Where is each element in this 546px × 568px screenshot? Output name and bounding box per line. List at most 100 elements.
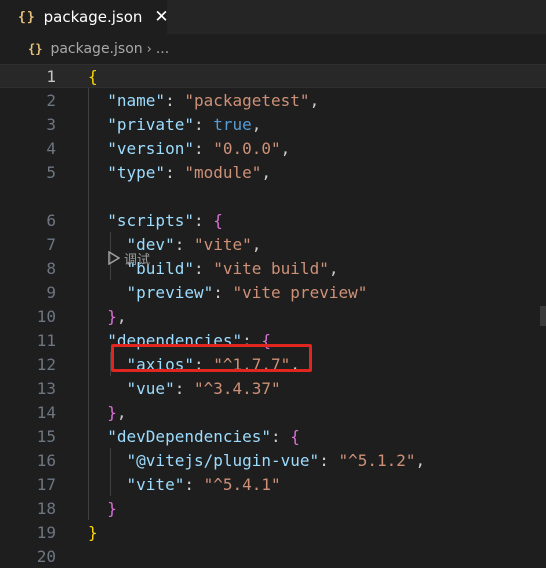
code-line[interactable]: 17 "vite": "^5.4.1"	[0, 472, 546, 496]
code-token: ,	[328, 258, 339, 278]
code-token: {	[213, 210, 223, 230]
code-line[interactable]: 2 "name": "packagetest",	[0, 88, 546, 112]
code-token: "devDependencies"	[88, 426, 272, 446]
debug-codelens[interactable]: 调试	[108, 248, 150, 268]
line-code: },	[88, 306, 127, 326]
code-token: :	[271, 426, 291, 446]
line-number: 16	[36, 450, 56, 470]
line-number: 13	[36, 378, 56, 398]
code-editor[interactable]: 1{2 "name": "packagetest", 3 "private": t…	[0, 64, 546, 566]
code-token: }	[107, 402, 117, 422]
code-token: ,	[251, 234, 262, 254]
code-token: "scripts"	[88, 210, 194, 230]
code-token: "@vitejs/plugin-vue"	[88, 450, 320, 470]
line-number: 18	[36, 498, 56, 518]
line-code: "scripts": {	[88, 211, 223, 230]
close-icon[interactable]: ✕	[154, 7, 168, 27]
code-line[interactable]: 13 "vue": "^3.4.37"	[0, 376, 546, 400]
line-code: "name": "packagetest",	[88, 91, 319, 110]
code-token: ,	[116, 402, 127, 422]
code-token: ,	[415, 450, 426, 470]
code-token: ,	[251, 114, 262, 134]
line-code: "private": true,	[88, 115, 261, 134]
breadcrumb: {} package.json › ...	[0, 34, 546, 64]
code-token: :	[193, 258, 214, 278]
code-token: :	[193, 114, 214, 134]
line-number: 19	[36, 522, 56, 542]
line-number: 2	[46, 90, 56, 110]
overview-ruler-mark	[540, 306, 546, 326]
code-token: :	[193, 210, 214, 230]
code-line[interactable]: 20	[0, 544, 546, 568]
line-number: 10	[36, 306, 56, 326]
code-token: {	[290, 426, 300, 446]
code-token: :	[184, 474, 204, 494]
line-number: 5	[46, 162, 56, 182]
code-token: :	[319, 450, 339, 470]
code-token: }	[107, 498, 117, 518]
code-line[interactable]: 3 "private": true,	[0, 112, 546, 136]
code-line[interactable]: 9 "preview": "vite preview"	[0, 280, 546, 304]
tab-bar: {} package.json ✕	[0, 0, 546, 34]
line-code: "@vitejs/plugin-vue": "^5.1.2",	[88, 450, 426, 470]
json-file-icon: {}	[28, 42, 43, 56]
code-token: "vite build"	[213, 258, 329, 278]
code-line[interactable]: 19}	[0, 520, 546, 544]
line-code: "type": "module",	[88, 163, 271, 182]
line-number: 3	[46, 114, 56, 134]
breadcrumb-file[interactable]: package.json	[50, 41, 142, 57]
line-number: 11	[36, 330, 56, 350]
code-token: :	[165, 90, 185, 110]
json-file-icon: {}	[18, 9, 36, 25]
code-token: }	[107, 306, 117, 326]
line-code: "devDependencies": {	[88, 427, 300, 446]
code-line[interactable]: 7 "dev": "vite",	[0, 232, 546, 256]
code-token: {	[88, 66, 98, 86]
code-token: "module"	[184, 162, 262, 182]
play-icon	[108, 251, 120, 265]
line-code: "vue": "^3.4.37"	[88, 379, 281, 398]
code-token: "name"	[88, 90, 166, 110]
code-line[interactable]: 4 "version": "0.0.0",	[0, 136, 546, 160]
code-token: :	[174, 378, 194, 398]
code-line[interactable]: 14 },	[0, 400, 546, 424]
highlight-annotation	[111, 344, 312, 372]
line-number: 20	[36, 546, 56, 566]
code-token: ,	[261, 162, 272, 182]
line-number: 17	[36, 474, 56, 494]
line-code: },	[88, 402, 127, 422]
code-line[interactable]: 6 "scripts": {	[0, 208, 546, 232]
code-line[interactable]: 15 "devDependencies": {	[0, 424, 546, 448]
code-line[interactable]: 18 }	[0, 496, 546, 520]
code-token: "type"	[88, 162, 166, 182]
code-line[interactable]: 10 },	[0, 304, 546, 328]
code-line[interactable]: 5 "type": "module",	[0, 160, 546, 184]
code-token: "0.0.0"	[213, 138, 281, 158]
code-line[interactable]: 16 "@vitejs/plugin-vue": "^5.1.2",	[0, 448, 546, 472]
line-code: "vite": "^5.4.1"	[88, 475, 281, 494]
code-token: "vite preview"	[232, 282, 368, 302]
code-line[interactable]: 1{	[0, 64, 546, 88]
chevron-right-icon: ›	[146, 41, 152, 57]
code-token: "^5.1.2"	[338, 450, 416, 470]
line-code: "preview": "vite preview"	[88, 282, 368, 302]
line-number: 1	[46, 66, 56, 86]
line-number: 7	[46, 234, 56, 254]
line-code: }	[88, 499, 117, 518]
tab-package-json[interactable]: {} package.json ✕	[0, 0, 169, 34]
code-token: }	[88, 522, 98, 542]
code-token: "packagetest"	[184, 90, 310, 110]
code-token: :	[174, 234, 194, 254]
code-token: ,	[116, 306, 127, 326]
breadcrumb-more[interactable]: ...	[156, 41, 169, 57]
code-token: "vue"	[88, 378, 175, 398]
code-line[interactable]: 8 "build": "vite build",	[0, 256, 546, 280]
code-token: "version"	[88, 138, 194, 158]
line-number: 14	[36, 402, 56, 422]
code-token: :	[165, 162, 185, 182]
line-number: 8	[46, 258, 56, 278]
line-number: 9	[46, 282, 56, 302]
